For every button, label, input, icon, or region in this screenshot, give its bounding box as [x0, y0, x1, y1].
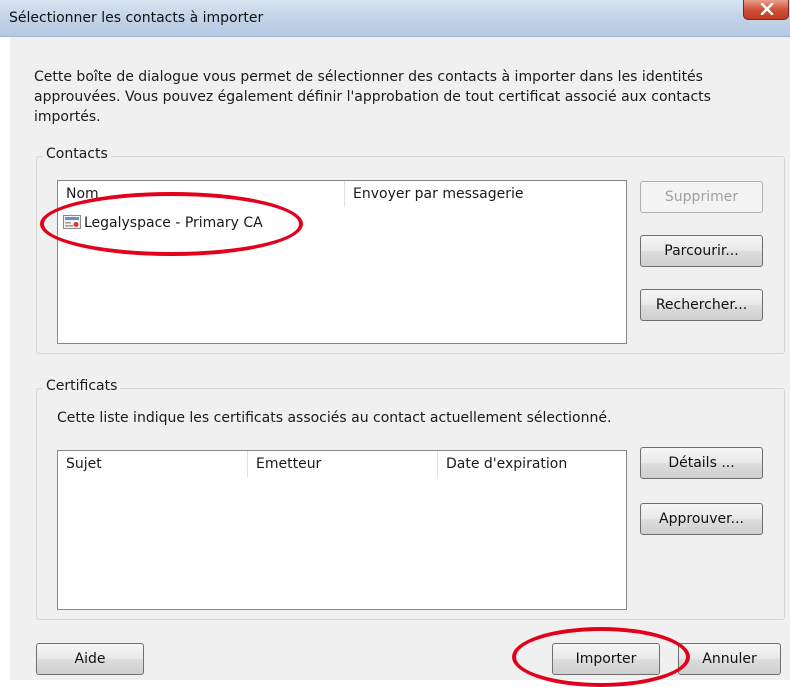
column-header-expiration[interactable]: Date d'expiration [438, 451, 626, 477]
title-bar[interactable]: Sélectionner les contacts à importer [0, 0, 790, 37]
cancel-button[interactable]: Annuler [678, 643, 781, 675]
certificates-list[interactable]: Sujet Emetteur Date d'expiration [57, 450, 627, 610]
certificates-group-label: Certificats [43, 378, 121, 394]
list-item[interactable]: Legalyspace - Primary CA [63, 211, 263, 235]
column-header-issuer[interactable]: Emetteur [248, 451, 437, 477]
contacts-list[interactable]: Nom Envoyer par messagerie Legalyspace -… [57, 180, 627, 344]
certificates-description: Cette liste indique les certificats asso… [57, 410, 612, 426]
contact-name: Legalyspace - Primary CA [84, 215, 263, 231]
import-button[interactable]: Importer [552, 643, 660, 675]
column-header-email[interactable]: Envoyer par messagerie [345, 181, 625, 207]
dialog-body: Cette boîte de dialogue vous permet de s… [10, 37, 790, 680]
close-icon [760, 3, 774, 15]
window-title: Sélectionner les contacts à importer [9, 10, 264, 26]
search-button[interactable]: Rechercher... [640, 289, 763, 321]
close-button[interactable] [743, 0, 789, 20]
certificate-contact-icon [63, 215, 81, 229]
delete-button[interactable]: Supprimer [640, 181, 763, 213]
approve-button[interactable]: Approuver... [640, 503, 763, 535]
contacts-group-label: Contacts [43, 146, 111, 162]
column-header-subject[interactable]: Sujet [58, 451, 247, 477]
help-button[interactable]: Aide [36, 643, 144, 675]
contacts-list-header: Nom Envoyer par messagerie [58, 181, 626, 207]
details-button[interactable]: Détails ... [640, 447, 763, 479]
column-header-name[interactable]: Nom [58, 181, 344, 207]
certificates-list-header: Sujet Emetteur Date d'expiration [58, 451, 626, 477]
dialog-description: Cette boîte de dialogue vous permet de s… [34, 69, 711, 125]
browse-button[interactable]: Parcourir... [640, 235, 763, 267]
